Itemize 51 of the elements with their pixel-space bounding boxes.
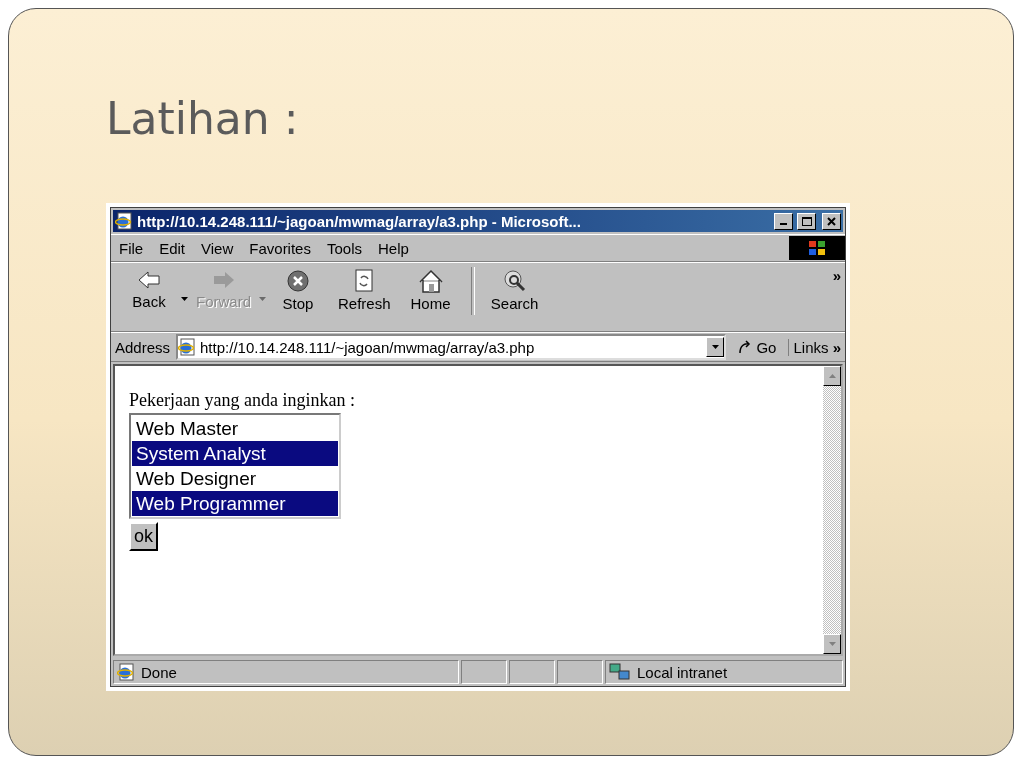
globe-page-icon	[117, 663, 135, 681]
search-icon	[501, 269, 528, 293]
toolbar-button[interactable]: Home	[398, 267, 463, 314]
address-field[interactable]: http://10.14.248.111/~jagoan/mwmag/array/a3.php	[176, 334, 727, 360]
close-icon	[827, 216, 836, 226]
right-arrow-icon	[211, 269, 236, 291]
toolbar-button[interactable]: Back	[117, 267, 181, 312]
stop-icon	[286, 269, 310, 293]
menu-item[interactable]: Favorites	[241, 239, 319, 257]
network-computers-icon	[609, 663, 631, 681]
zone-text: Local intranet	[637, 663, 728, 681]
go-button[interactable]: Go	[728, 338, 787, 356]
slide-title: Latihan :	[106, 92, 300, 146]
list-option[interactable]: System Analyst	[132, 441, 338, 466]
throbber-logo	[789, 236, 845, 260]
list-option[interactable]: Web Programmer	[132, 491, 338, 516]
vertical-scrollbar[interactable]	[823, 366, 841, 654]
status-pane	[461, 660, 507, 684]
toolbar-button[interactable]: Search	[482, 267, 547, 314]
toolbar-button[interactable]: Refresh	[330, 267, 399, 314]
menu-item[interactable]: Help	[370, 239, 417, 257]
status-text: Done	[141, 663, 177, 681]
globe-page-icon	[178, 338, 197, 356]
left-arrow-icon	[137, 269, 161, 291]
window-title: http://10.14.248.111/~jagoan/mwmag/array/a3.php - Microsoft...	[137, 212, 582, 230]
maximize-button[interactable]	[797, 212, 816, 230]
menu-item[interactable]: Edit	[151, 239, 194, 257]
globe-page-icon	[115, 212, 133, 230]
links-label[interactable]: Links »	[788, 338, 845, 356]
minimize-button[interactable]	[774, 212, 793, 230]
status-pane	[557, 660, 603, 684]
scroll-down-button[interactable]	[823, 634, 841, 654]
refresh-page-icon	[353, 269, 376, 293]
caret-icon[interactable]	[711, 345, 719, 349]
curved-arrow-icon	[738, 340, 753, 354]
home-icon	[417, 269, 444, 293]
dropdown-caret-icon[interactable]	[181, 297, 188, 301]
address-label: Address	[114, 338, 172, 356]
menu-item[interactable]: Tools	[318, 239, 370, 257]
menu-item[interactable]: File	[111, 239, 152, 257]
dropdown-button[interactable]	[706, 337, 725, 357]
toolbar-overflow[interactable]: »	[828, 267, 845, 284]
close-button[interactable]	[822, 212, 841, 230]
job-listbox[interactable]: Web Master System Analyst Web Designer Web Programmer	[129, 413, 341, 519]
toolbar-button[interactable]: Stop	[266, 267, 330, 314]
menu-item[interactable]: View	[193, 239, 242, 257]
scroll-up-button[interactable]	[823, 366, 841, 386]
prompt-text: Pekerjaan yang anda inginkan :	[129, 390, 355, 411]
maximize-icon	[801, 216, 812, 226]
ok-button[interactable]: ok	[129, 522, 158, 551]
status-pane	[509, 660, 555, 684]
